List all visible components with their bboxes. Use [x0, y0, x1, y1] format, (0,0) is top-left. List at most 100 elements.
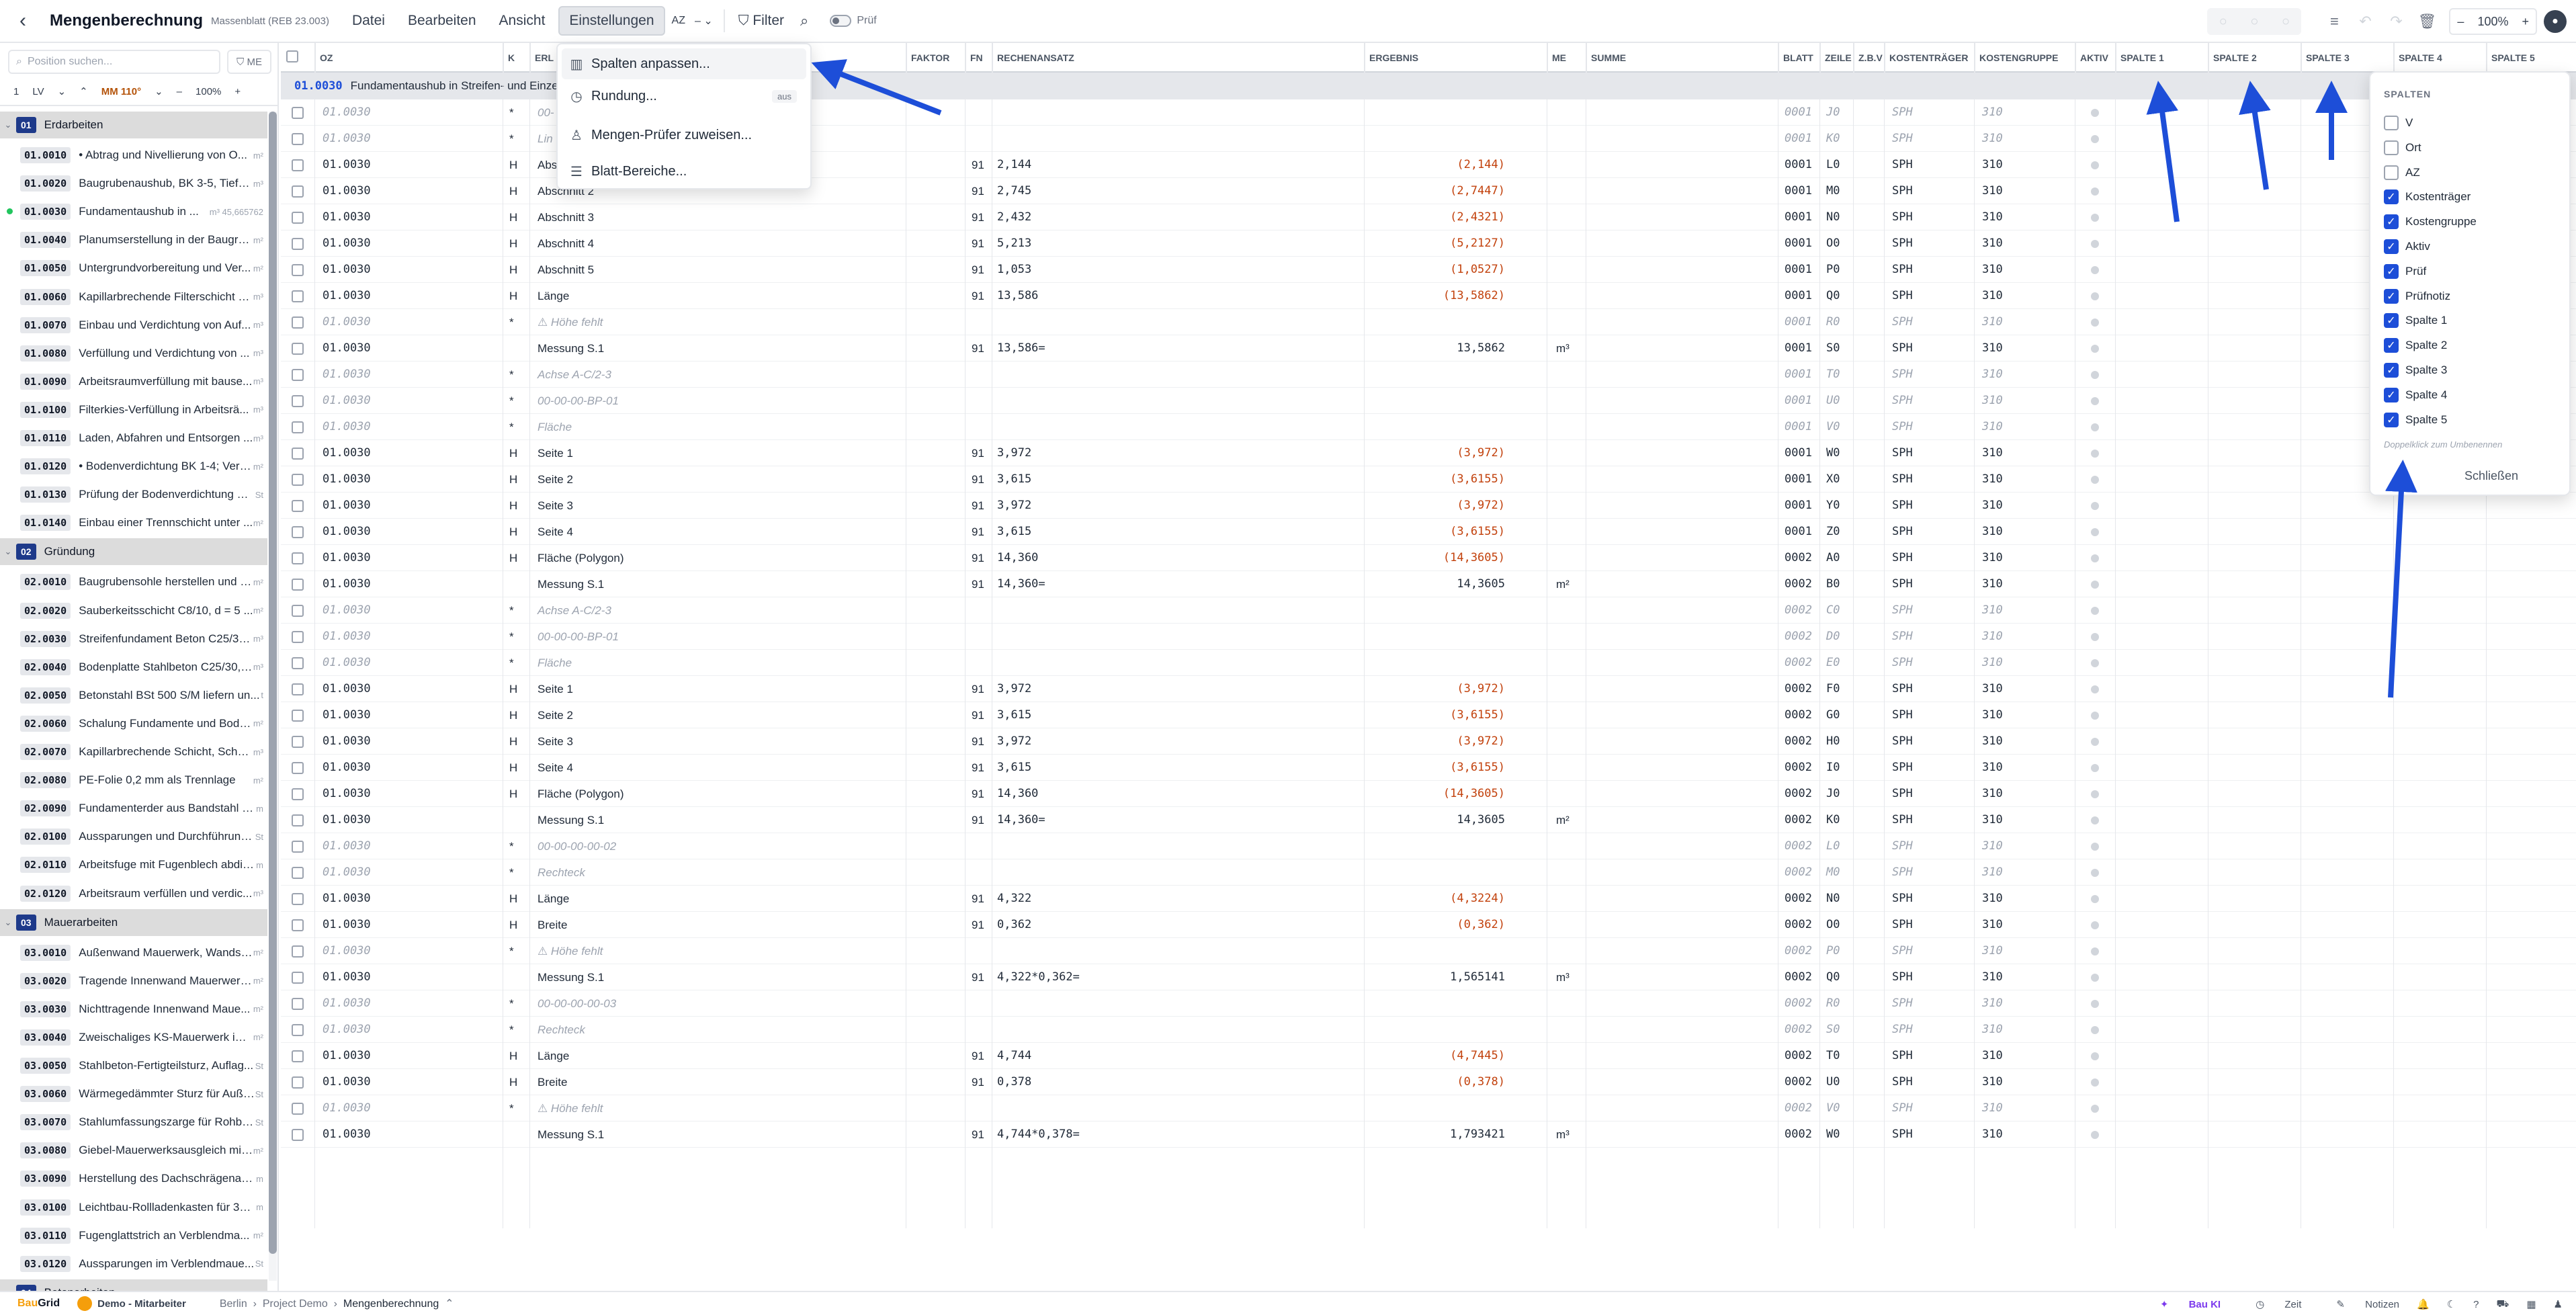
sidebar-item-03.0100[interactable]: 03.0100 Leichtbau-Rollladenkasten für 30 … [0, 1193, 267, 1222]
table-row[interactable]: 01.0030 * Rechteck 0002 S0 SPH 310 [281, 1017, 2576, 1043]
sidebar-item-01.0100[interactable]: 01.0100 Filterkies-Verfüllung in Arbeitsr… [0, 396, 267, 424]
column-toggle-ort[interactable]: Ort [2384, 138, 2421, 158]
sidebar-item-03.0030[interactable]: 03.0030 Nichttragende Innenwand Maue... m² [0, 995, 267, 1023]
nav-first[interactable]: 1 [13, 86, 19, 97]
table-row[interactable]: 01.0030 Messung S.1 91 4,322*0,362= 1,565141… [281, 964, 2576, 990]
sidebar-item-02.0090[interactable]: 02.0090 Fundamenterder aus Bandstahl 3...… [0, 794, 267, 822]
bell-icon[interactable]: 🔔 [2417, 1298, 2430, 1310]
sidebar-section-04[interactable]: ⌄04Betonarbeiten [0, 1279, 267, 1291]
table-row[interactable]: 01.0030 H Fläche (Polygon) 91 14,360 (14,3605… [281, 781, 2576, 807]
aktiv-indicator[interactable] [2091, 135, 2099, 143]
menu-item-mengen-pruefer[interactable]: ♙ Mengen-Prüfer zuweisen... [562, 120, 806, 151]
table-row[interactable]: 01.0030 Messung S.1 91 4,744*0,378= 1,793421… [281, 1121, 2576, 1148]
breadcrumb-item[interactable]: Mengenberechnung [343, 1298, 439, 1310]
sidebar-item-03.0020[interactable]: 03.0020 Tragende Innenwand Mauerwerk... m² [0, 967, 267, 995]
column-toggle-prüfnotiz[interactable]: ✓ Prüfnotiz [2384, 286, 2450, 306]
table-row[interactable]: 01.0030 H Länge 91 4,744 (4,7445) 0002 T0 SPH 310 [281, 1043, 2576, 1069]
table-row[interactable]: 01.0030 * Achse A-C/2-3 0001 T0 SPH 310 [281, 362, 2576, 388]
row-checkbox[interactable] [292, 264, 304, 276]
table-row[interactable]: 01.0030 H Abschnitt 3 91 2,432 (2,4321) 0001 N0… [281, 204, 2576, 230]
aktiv-indicator[interactable] [2091, 319, 2099, 327]
sidebar-item-03.0080[interactable]: 03.0080 Giebel-Mauerwerksausgleich mit ..… [0, 1136, 267, 1164]
row-checkbox[interactable] [292, 919, 304, 931]
row-checkbox[interactable] [292, 448, 304, 460]
table-row[interactable]: 01.0030 H Fläche (Polygon) 91 14,360 (14,3605… [281, 545, 2576, 571]
table-row[interactable]: 01.0030 Messung S.1 91 14,360= 14,3605 m² 0002… [281, 807, 2576, 833]
row-checkbox[interactable] [292, 710, 304, 722]
sidebar-item-01.0050[interactable]: 01.0050 Untergrundvorbereitung und Ver...… [0, 254, 267, 282]
aktiv-indicator[interactable] [2091, 502, 2099, 510]
aktiv-indicator[interactable] [2091, 397, 2099, 405]
sidebar-section-03[interactable]: ⌄ 03 Mauerarbeiten [0, 908, 267, 936]
table-row[interactable]: 01.0030 Messung S.1 91 13,586= 13,5862 m³ 0001… [281, 335, 2576, 362]
row-checkbox[interactable] [292, 1076, 304, 1089]
aktiv-indicator[interactable] [2091, 345, 2099, 353]
column-header-erg[interactable]: ERGEBNIS [1364, 43, 1509, 73]
aktiv-indicator[interactable] [2091, 554, 2099, 562]
breadcrumb-item[interactable]: Project Demo [263, 1298, 328, 1310]
sidebar-item-03.0040[interactable]: 03.0040 Zweischaliges KS-Mauerwerk im ...… [0, 1023, 267, 1052]
zeit-button[interactable]: ◷ Zeit [2238, 1298, 2301, 1310]
nav-mm[interactable]: MM 110° [101, 86, 141, 97]
row-checkbox[interactable] [292, 788, 304, 800]
checkbox[interactable]: ✓ [2384, 313, 2399, 329]
column-header-zeile[interactable]: ZEILE [1819, 43, 1853, 73]
table-row[interactable]: 01.0030 H Breite 91 0,378 (0,378) 0002 U0 SPH 310 [281, 1069, 2576, 1095]
sidebar-item-02.0120[interactable]: 02.0120 Arbeitsraum verfüllen und verdic.… [0, 880, 267, 908]
checkbox[interactable]: ✓ [2384, 214, 2399, 230]
row-checkbox[interactable] [292, 500, 304, 512]
sidebar-item-02.0060[interactable]: 02.0060 Schalung Fundamente und Bode... m² [0, 710, 267, 738]
row-checkbox[interactable] [292, 1024, 304, 1036]
aktiv-indicator[interactable] [2091, 187, 2099, 196]
column-header-s2[interactable]: SPALTE 2 [2208, 43, 2302, 73]
sidebar-item-02.0010[interactable]: 02.0010 Baugrubensohle herstellen und v..… [0, 568, 267, 596]
checkbox[interactable]: ✓ [2384, 288, 2399, 304]
checkbox[interactable]: ✓ [2384, 263, 2399, 279]
avatar[interactable]: ● [2544, 10, 2567, 33]
sidebar-item-03.0010[interactable]: 03.0010 Außenwand Mauerwerk, Wandst... m² [0, 939, 267, 967]
row-checkbox[interactable] [292, 1129, 304, 1141]
position-search[interactable]: ⌕ Position suchen... [8, 50, 220, 74]
row-checkbox[interactable] [292, 343, 304, 355]
select-all-checkbox[interactable] [286, 50, 298, 62]
search-button[interactable]: ⌕ [792, 8, 816, 34]
checkbox[interactable]: ✓ [2384, 338, 2399, 353]
table-row[interactable]: 01.0030 H Seite 3 91 3,972 (3,972) 0001 Y0 SPH 31… [281, 493, 2576, 519]
column-toggle-aktiv[interactable]: ✓ Aktiv [2384, 237, 2430, 257]
sidebar-item-01.0130[interactable]: 01.0130 Prüfung der Bodenverdichtung m...… [0, 480, 267, 509]
column-toggle-kostenträger[interactable]: ✓ Kostenträger [2384, 187, 2471, 207]
close-button[interactable]: Schließen [2438, 464, 2545, 488]
aktiv-indicator[interactable] [2091, 974, 2099, 982]
table-row[interactable]: 01.0030 H Länge 91 13,586 (13,5862) 0001 Q0 SPH 3… [281, 283, 2576, 309]
aktiv-indicator[interactable] [2091, 1026, 2099, 1034]
zoom-out-button[interactable]: – [2450, 15, 2471, 29]
pruef-toggle[interactable] [830, 15, 852, 27]
table-row[interactable]: 01.0030 H Seite 4 91 3,615 (3,6155) 0002 I0 SPH 3… [281, 755, 2576, 781]
column-toggle-v[interactable]: V [2384, 113, 2413, 133]
column-header-aktiv[interactable]: AKTIV [2075, 43, 2115, 73]
table-row[interactable]: 01.0030 H Seite 2 91 3,615 (3,6155) 0001 X0 SPH 3… [281, 466, 2576, 493]
column-header-k[interactable]: K [503, 43, 529, 73]
aktiv-indicator[interactable] [2091, 633, 2099, 641]
table-row[interactable]: 01.0030 H Seite 1 91 3,972 (3,972) 0001 W0 SPH 31… [281, 440, 2576, 466]
menu-einstellungen[interactable]: Einstellungen [558, 6, 665, 36]
row-checkbox[interactable] [292, 867, 304, 879]
row-checkbox[interactable] [292, 736, 304, 748]
column-toggle-spalte-3[interactable]: ✓ Spalte 3 [2384, 360, 2447, 380]
column-toggle-kostengruppe[interactable]: ✓ Kostengruppe [2384, 212, 2477, 232]
table-row[interactable]: 01.0030 * 00-00-00-00-03 0002 R0 SPH 310 [281, 990, 2576, 1017]
row-checkbox[interactable] [292, 185, 304, 198]
sidebar-item-01.0090[interactable]: 01.0090 Arbeitsraumverfüllung mit bause..… [0, 368, 267, 396]
row-checkbox[interactable] [292, 998, 304, 1010]
sidebar-item-02.0050[interactable]: 02.0050 Betonstahl BSt 500 S/M liefern un… [0, 681, 267, 710]
column-toggle-prüf[interactable]: ✓ Prüf [2384, 261, 2426, 282]
column-toggle-az[interactable]: AZ [2384, 163, 2420, 183]
chevron-up-icon[interactable]: ⌃ [79, 85, 88, 97]
table-row[interactable]: 01.0030 H Seite 3 91 3,972 (3,972) 0002 H0 SPH 31… [281, 728, 2576, 755]
column-header-zbv[interactable]: Z.B.V [1853, 43, 1887, 73]
sidebar-item-03.0060[interactable]: 03.0060 Wärmegedämmter Sturz für Auße... S… [0, 1080, 267, 1108]
sidebar-item-01.0120[interactable]: 01.0120 • Bodenverdichtung BK 1-4; Verk..… [0, 452, 267, 480]
row-checkbox[interactable] [292, 369, 304, 381]
aktiv-indicator[interactable] [2091, 921, 2099, 929]
chevron-down-icon[interactable]: ⌄ [58, 85, 67, 97]
